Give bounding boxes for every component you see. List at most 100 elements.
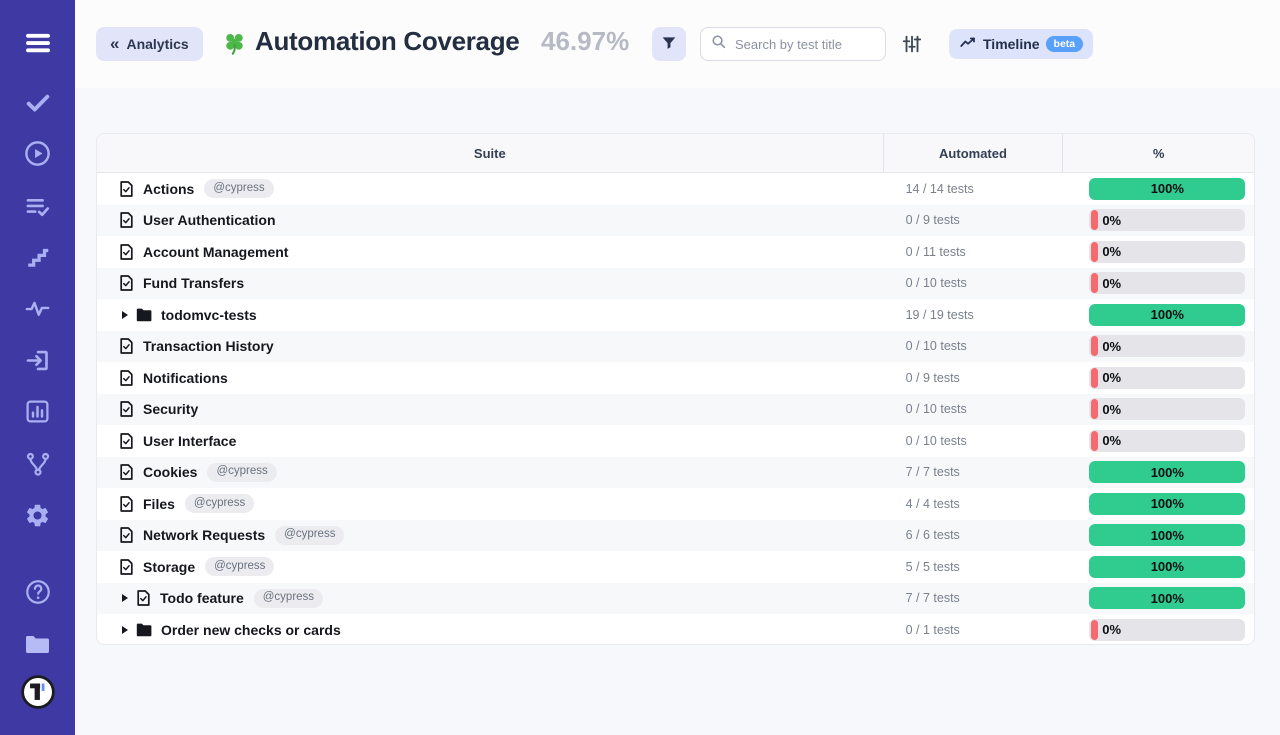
tag-badge[interactable]: @cypress: [205, 557, 274, 576]
coverage-bar-label: 100%: [1089, 493, 1245, 515]
sidebar-item-branches[interactable]: [0, 450, 75, 483]
percent-cell: 0%: [1062, 209, 1254, 231]
suite-name[interactable]: User Interface: [143, 433, 236, 449]
percent-cell: 0%: [1062, 272, 1254, 294]
pulse-icon: [24, 295, 51, 327]
filter-button[interactable]: [652, 27, 686, 61]
funnel-icon: [660, 34, 678, 55]
table-row[interactable]: Todo feature@cypress7 / 7 tests100%: [97, 583, 1254, 615]
sidebar-item-logo[interactable]: [0, 674, 75, 715]
sidebar-item-runs-play[interactable]: [0, 139, 75, 173]
percent-cell: 100%: [1062, 178, 1254, 200]
coverage-table: Suite Automated % Actions@cypress14 / 14…: [96, 133, 1255, 645]
coverage-bar-label: 0%: [1102, 430, 1121, 452]
table-row[interactable]: User Interface0 / 10 tests0%: [97, 425, 1254, 457]
help-icon: [24, 578, 52, 611]
suite-name[interactable]: Order new checks or cards: [161, 622, 341, 638]
sidebar-item-pulse[interactable]: [0, 295, 75, 327]
coverage-bar: 0%: [1089, 335, 1245, 357]
coverage-bar-label: 100%: [1089, 178, 1245, 200]
projects-folder-icon: [23, 630, 52, 664]
suite-cell: Notifications: [97, 370, 883, 386]
timeline-button[interactable]: Timeline beta: [949, 29, 1093, 59]
analytics-back-label: Analytics: [126, 36, 188, 52]
table-row[interactable]: Security 0 / 10 tests 0%: [97, 394, 1254, 426]
suite-name[interactable]: Account Management: [143, 244, 288, 260]
suite-name[interactable]: Storage: [143, 559, 195, 575]
double-chevron-left-icon: «: [110, 35, 119, 52]
sidebar-item-import[interactable]: [0, 347, 75, 379]
coverage-bar-red-segment: [1091, 336, 1098, 356]
sidebar-item-analytics-chart[interactable]: [0, 398, 75, 430]
column-header-suite: Suite: [97, 134, 883, 172]
table-row[interactable]: todomvc-tests19 / 19 tests100%: [97, 299, 1254, 331]
caret-right-icon[interactable]: [122, 626, 128, 634]
coverage-bar-label: 0%: [1102, 398, 1121, 420]
table-row[interactable]: Cookies@cypress7 / 7 tests100%: [97, 457, 1254, 489]
search-icon: [711, 34, 726, 54]
coverage-bar-label: 100%: [1089, 587, 1245, 609]
topbar: « Analytics Automation Coverage 46.97%: [75, 0, 1280, 88]
coverage-bar-red-segment: [1091, 242, 1098, 262]
automated-count: 19 / 19 tests: [883, 308, 1063, 322]
coverage-bar: 100%: [1089, 556, 1245, 578]
search-input[interactable]: [733, 36, 875, 53]
caret-right-icon[interactable]: [122, 594, 128, 602]
percent-cell: 0%: [1062, 430, 1254, 452]
suite-name[interactable]: Todo feature: [160, 590, 244, 606]
sidebar-item-tests-check[interactable]: [0, 89, 75, 122]
suite-cell: Cookies @cypress: [97, 463, 883, 482]
suite-name[interactable]: todomvc-tests: [161, 307, 257, 323]
table-row[interactable]: User Authentication 0 / 9 tests0%: [97, 205, 1254, 237]
sidebar-item-run-groups[interactable]: [0, 193, 75, 225]
coverage-bar: 0%: [1089, 398, 1245, 420]
sidebar-item-settings-gear[interactable]: [0, 502, 75, 534]
suite-name[interactable]: Cookies: [143, 464, 197, 480]
automated-count: 0 / 9 tests: [883, 213, 1063, 227]
caret-right-icon[interactable]: [122, 311, 128, 319]
tag-badge[interactable]: @cypress: [204, 179, 273, 198]
coverage-bar: 100%: [1089, 493, 1245, 515]
table-row[interactable]: Fund Transfers0 / 10 tests0%: [97, 268, 1254, 300]
table-row[interactable]: Actions@cypress14 / 14 tests100%: [97, 173, 1254, 205]
table-row[interactable]: Storage@cypress5 / 5 tests100%: [97, 551, 1254, 583]
suite-name[interactable]: User Authentication: [143, 212, 276, 228]
file-check-icon: [119, 401, 134, 417]
coverage-bar-label: 0%: [1102, 241, 1121, 263]
coverage-bar-label: 0%: [1102, 367, 1121, 389]
suite-name[interactable]: Files: [143, 496, 175, 512]
suite-name[interactable]: Security: [143, 401, 198, 417]
tag-badge[interactable]: @cypress: [185, 494, 254, 513]
sidebar-item-steps[interactable]: [0, 244, 75, 275]
coverage-bar: 100%: [1089, 461, 1245, 483]
suite-name[interactable]: Network Requests: [143, 527, 265, 543]
file-check-icon: [119, 559, 134, 575]
tag-badge[interactable]: @cypress: [207, 463, 276, 482]
column-header-automated: Automated: [883, 134, 1063, 172]
coverage-bar-red-segment: [1091, 399, 1098, 419]
analytics-back-button[interactable]: « Analytics: [96, 27, 203, 61]
table-row[interactable]: Account Management0 / 11 tests0%: [97, 236, 1254, 268]
automated-count: 0 / 10 tests: [883, 402, 1063, 416]
search-box[interactable]: [700, 27, 886, 61]
coverage-percent: 46.97%: [541, 26, 629, 57]
table-row[interactable]: Notifications0 / 9 tests0%: [97, 362, 1254, 394]
suite-name[interactable]: Fund Transfers: [143, 275, 244, 291]
adjustments-icon[interactable]: [901, 33, 923, 60]
suite-cell: Todo feature @cypress: [97, 589, 883, 608]
coverage-bar: 100%: [1089, 524, 1245, 546]
sidebar-item-help[interactable]: [0, 578, 75, 611]
sidebar-item-projects-folder[interactable]: [0, 630, 75, 664]
table-row[interactable]: Files@cypress4 / 4 tests100%: [97, 488, 1254, 520]
tag-badge[interactable]: @cypress: [275, 526, 344, 545]
suite-name[interactable]: Transaction History: [143, 338, 274, 354]
suite-name[interactable]: Actions: [143, 181, 194, 197]
percent-cell: 100%: [1062, 524, 1254, 546]
suite-name[interactable]: Notifications: [143, 370, 228, 386]
suite-cell: Files @cypress: [97, 494, 883, 513]
table-row[interactable]: Transaction History0 / 10 tests0%: [97, 331, 1254, 363]
sidebar-item-menu[interactable]: [0, 28, 75, 63]
table-row[interactable]: Order new checks or cards0 / 1 tests0%: [97, 614, 1254, 645]
table-row[interactable]: Network Requests@cypress6 / 6 tests100%: [97, 520, 1254, 552]
tag-badge[interactable]: @cypress: [254, 589, 323, 608]
